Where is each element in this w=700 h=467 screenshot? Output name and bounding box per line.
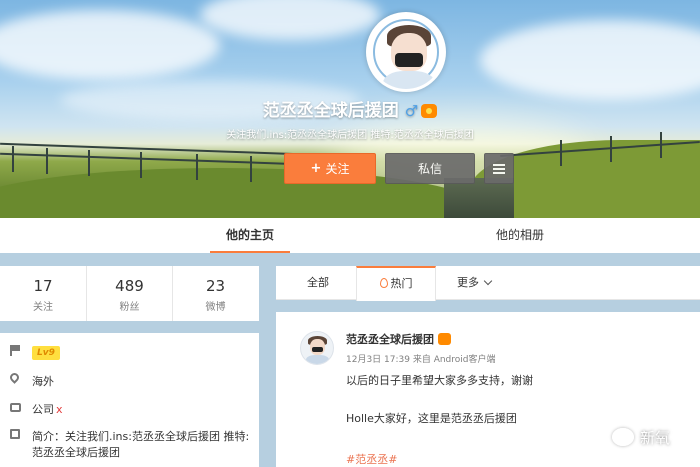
stat-followers-count: 489 — [115, 277, 144, 295]
fence-post — [12, 146, 14, 172]
profile-cover: 范丞丞全球后援团 ♂ 关注我们.ins:范丞丞全球后援团 推特:范丞丞全球后援团 … — [0, 0, 700, 218]
bio-text: 简介：关注我们.ins:范丞丞全球后援团 推特:范丞丞全球后援团 — [32, 430, 250, 459]
fence-post — [46, 148, 48, 174]
feed-filter-tabs: 全部 热门 更多 — [276, 266, 700, 301]
post-author-row: 范丞丞全球后援团 — [346, 331, 451, 347]
profile-tabs: 他的主页 他的相册 — [0, 218, 700, 253]
profile-name-row: 范丞丞全球后援团 ♂ — [0, 96, 700, 121]
post-text-line-2: Holle大家好，这里是范丞丞后援团 — [346, 412, 517, 425]
stat-followers[interactable]: 489 粉丝 — [86, 266, 172, 321]
tab-album[interactable]: 他的相册 — [480, 218, 560, 253]
profile-name: 范丞丞全球后援团 — [262, 101, 399, 121]
level-wrapper: Lv9 — [32, 345, 60, 360]
follow-button[interactable]: + 关注 — [284, 153, 376, 184]
vip-badge-icon[interactable] — [438, 333, 451, 345]
fence-post — [196, 154, 198, 180]
company-mark: x — [56, 403, 63, 416]
post-author[interactable]: 范丞丞全球后援团 — [346, 333, 434, 346]
menu-icon — [493, 163, 505, 174]
wechat-icon — [612, 428, 634, 446]
stairs — [444, 178, 514, 218]
feed-tab-more-label: 更多 — [457, 276, 479, 289]
cloud-decoration — [0, 10, 220, 80]
post-avatar-mask — [312, 347, 323, 352]
stat-following-count: 17 — [33, 277, 53, 295]
cloud-decoration — [200, 0, 380, 40]
stat-following-label: 关注 — [33, 302, 53, 313]
message-button[interactable]: 私信 — [385, 153, 475, 184]
profile-intro: 关注我们.ins:范丞丞全球后援团 推特:范丞丞全球后援团 — [226, 130, 474, 141]
stat-posts-count: 23 — [205, 277, 226, 295]
feed-tab-hot-label: 热门 — [390, 277, 413, 290]
stat-following[interactable]: 17 关注 — [0, 266, 86, 321]
watermark: 新氧 — [612, 424, 670, 450]
fence-post — [250, 156, 252, 182]
tab-home[interactable]: 他的主页 — [210, 218, 290, 253]
flag-icon — [10, 345, 21, 356]
chevron-down-icon — [483, 276, 493, 286]
stats-card: 17 关注 489 粉丝 23 微博 — [0, 266, 259, 321]
briefcase-icon — [10, 403, 21, 412]
fence-post — [88, 150, 90, 176]
stat-posts[interactable]: 23 微博 — [172, 266, 258, 321]
feed-tab-hot[interactable]: 热门 — [356, 266, 436, 301]
post-avatar[interactable] — [300, 331, 334, 365]
level-badge[interactable]: Lv9 — [32, 346, 60, 360]
post-text-line-1: 以后的日子里希望大家多多支持，谢谢 — [346, 374, 533, 387]
plus-icon: + — [310, 161, 322, 176]
watermark-text: 新氧 — [640, 428, 671, 447]
profile-info-card: Lv9 海外 公司 x 简介：关注我们.ins:范丞丞全球后援团 推特:范丞丞全球… — [0, 333, 259, 467]
post-avatar-body — [306, 355, 329, 364]
location-pin-icon — [8, 371, 21, 384]
post-hashtag[interactable]: #范丞丞# — [346, 451, 397, 467]
follow-label: 关注 — [325, 162, 350, 176]
stat-followers-label: 粉丝 — [119, 302, 140, 313]
location-text: 海外 — [32, 375, 54, 388]
avatar-body — [383, 71, 435, 89]
more-menu-button[interactable] — [484, 153, 514, 184]
fence-post — [560, 140, 562, 166]
vip-badge-icon[interactable] — [421, 104, 438, 118]
feed-tab-more[interactable]: 更多 — [440, 266, 508, 300]
feed-tab-all[interactable]: 全部 — [282, 266, 354, 300]
avatar-mask — [395, 53, 423, 67]
post-meta[interactable]: 12月3日 17:39 来自 Android客户端 — [346, 352, 496, 365]
message-label: 私信 — [417, 162, 442, 176]
edit-icon — [10, 429, 20, 439]
male-gender-icon: ♂ — [404, 102, 419, 120]
stat-posts-label: 微博 — [205, 302, 226, 313]
profile-avatar[interactable] — [366, 12, 446, 92]
fence-post — [140, 152, 142, 178]
company-wrapper: 公司 x — [32, 401, 63, 417]
company-text: 公司 — [32, 403, 54, 416]
flame-icon — [379, 278, 388, 288]
cloud-decoration — [480, 20, 700, 100]
